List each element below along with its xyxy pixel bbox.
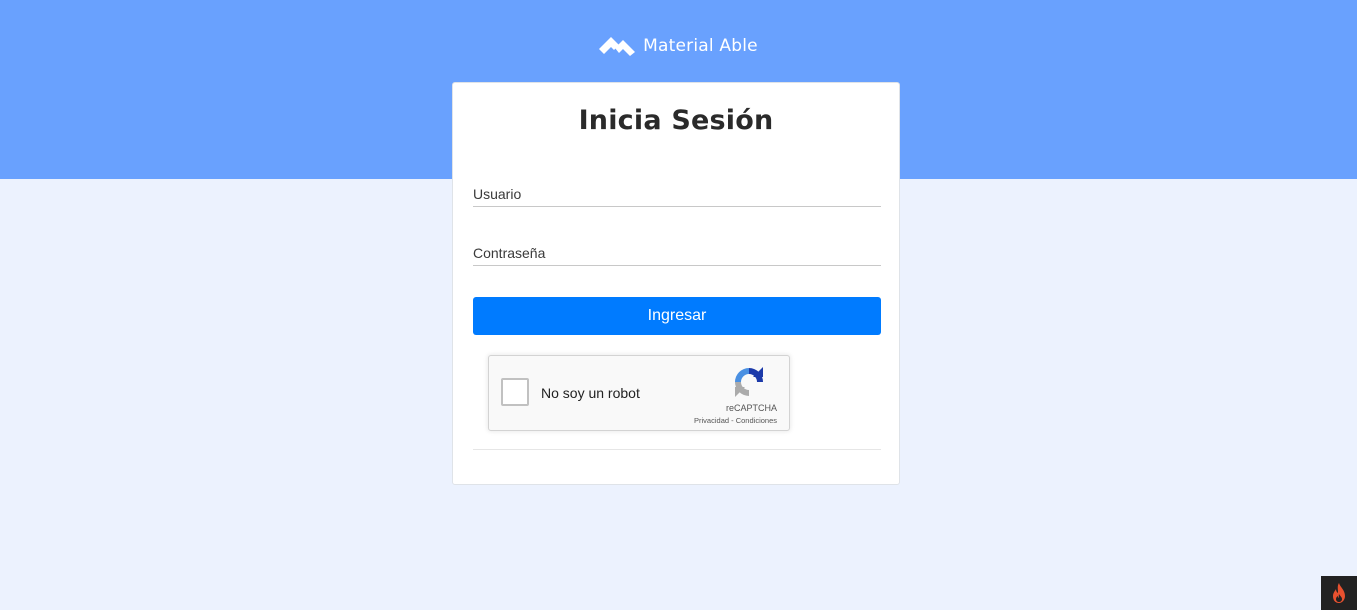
terms-link[interactable]: Condiciones: [736, 416, 777, 425]
brand: Material Able: [0, 34, 1357, 58]
page-title: Inicia Sesión: [578, 105, 774, 136]
privacy-link[interactable]: Privacidad: [694, 416, 729, 425]
password-input[interactable]: [473, 240, 881, 266]
login-page: Material Able Inicia Sesión Ingresar No …: [0, 0, 1357, 610]
brand-name: Material Able: [643, 36, 758, 56]
login-button[interactable]: Ingresar: [473, 297, 881, 335]
recaptcha-checkbox[interactable]: [501, 378, 529, 406]
debug-toolbar-badge[interactable]: [1321, 576, 1357, 610]
chevron-mountain-logo-icon: [599, 37, 636, 56]
username-input[interactable]: [473, 181, 881, 207]
card-divider: [473, 449, 881, 450]
login-card: Inicia Sesión Ingresar No soy un robot r…: [452, 82, 900, 485]
flame-icon: [1333, 583, 1345, 603]
recaptcha-links: Privacidad - Condiciones: [694, 416, 777, 425]
recaptcha-label: No soy un robot: [541, 385, 640, 401]
recaptcha-icon: [735, 367, 763, 397]
recaptcha-widget: No soy un robot reCAPTCHA Privacidad - C…: [488, 355, 790, 431]
link-separator: -: [729, 416, 736, 425]
recaptcha-brand: reCAPTCHA: [725, 403, 777, 413]
